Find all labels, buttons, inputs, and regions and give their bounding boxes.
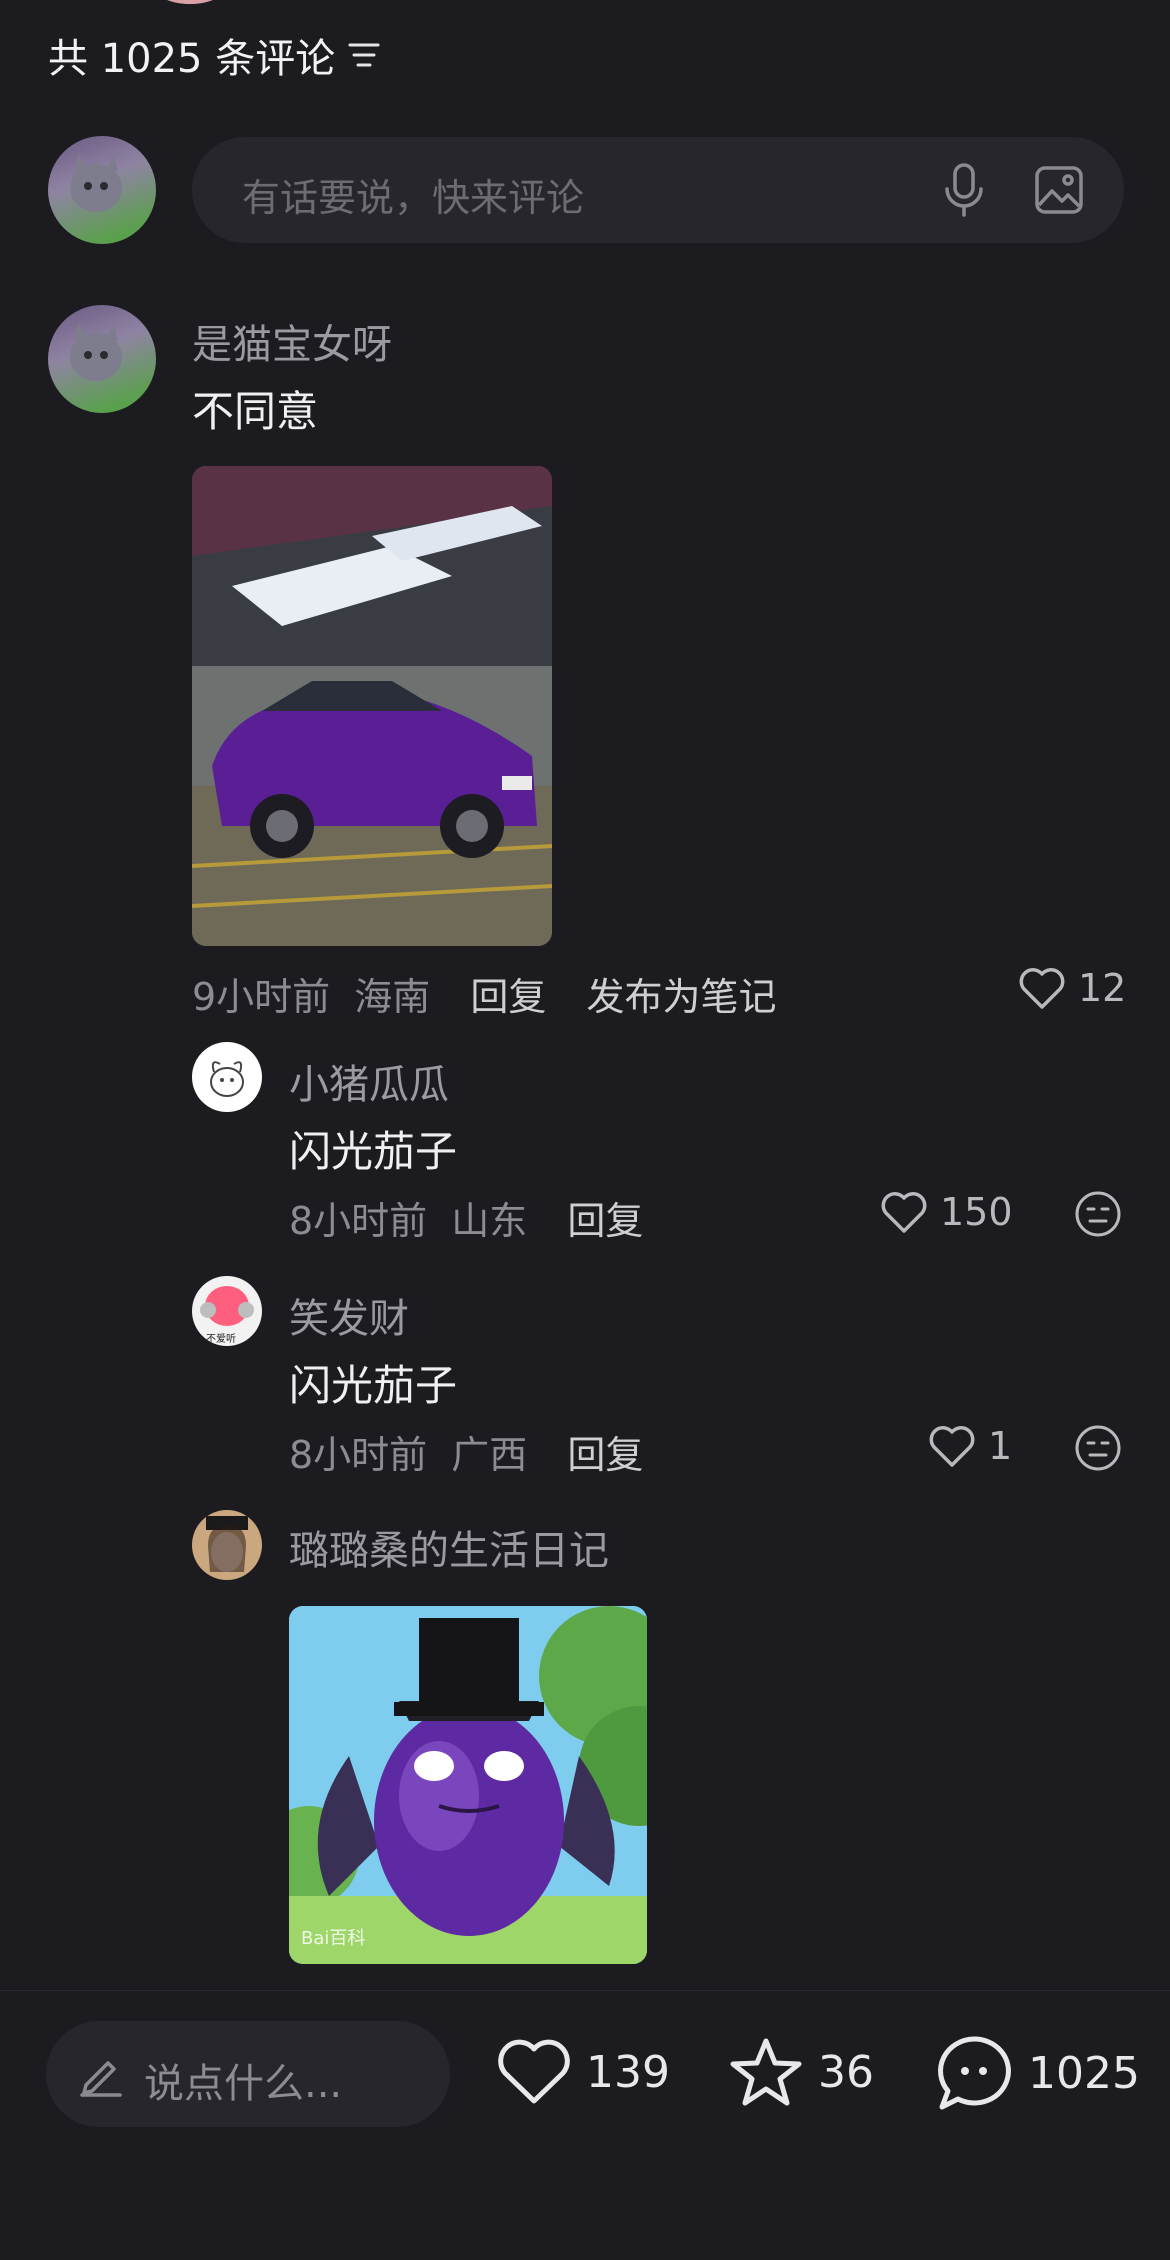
heart-icon (928, 1424, 976, 1468)
comment-count-header[interactable]: 共 1025 条评论 (48, 26, 381, 84)
my-avatar[interactable] (48, 136, 156, 244)
comments-button[interactable]: 1025 (934, 2033, 1140, 2113)
comment-text: 不同意 (192, 387, 319, 436)
avatar-caption: 不爱听 (206, 1334, 236, 1345)
comment-image-purple-car[interactable] (192, 466, 552, 946)
like-post-button[interactable]: 139 (496, 2037, 670, 2107)
comment-like-button[interactable]: 12 (1018, 966, 1126, 1010)
reply-username[interactable]: 笑发财 (289, 1286, 409, 1344)
reply-meta: 8小时前 山东 回复 (289, 1190, 643, 1245)
comment-username[interactable]: 是猫宝女呀 (192, 312, 392, 370)
heart-icon (496, 2037, 572, 2107)
reply-avatar[interactable] (192, 1042, 262, 1112)
reply-text: 闪光茄子 (289, 1361, 458, 1410)
heart-icon (1018, 966, 1066, 1010)
like-count: 12 (1078, 966, 1127, 1010)
comment-count-label: 共 1025 条评论 (48, 36, 336, 82)
reply-image-eggplant[interactable]: Bai百科 (289, 1606, 647, 1964)
like-count: 139 (586, 2046, 670, 2098)
comment-meta: 9小时前 海南 回复 发布为笔记 (192, 966, 777, 1021)
image-watermark: Bai百科 (301, 1928, 366, 1949)
neutral-face-icon[interactable] (1074, 1190, 1122, 1238)
publish-as-note-button[interactable]: 发布为笔记 (587, 975, 777, 1019)
say-something-input[interactable]: 说点什么... (46, 2021, 450, 2127)
like-count: 150 (940, 1190, 1013, 1234)
star-icon (728, 2035, 804, 2109)
reply-avatar[interactable]: 不爱听 (192, 1276, 262, 1346)
reply-avatar[interactable] (192, 1510, 262, 1580)
top-avatar-sliver (150, 0, 230, 4)
comment-time: 9小时前 (192, 975, 331, 1019)
favorite-count: 36 (818, 2046, 874, 2098)
image-icon[interactable] (1034, 165, 1084, 215)
microphone-icon[interactable] (940, 161, 988, 219)
comment-input[interactable]: 有话要说，快来评论 (192, 137, 1124, 243)
reply-location: 广西 (451, 1433, 528, 1477)
comment-bubble-icon (934, 2033, 1014, 2113)
filter-icon[interactable] (347, 40, 381, 70)
reply-button[interactable]: 回复 (567, 1199, 643, 1243)
reply-button[interactable]: 回复 (470, 975, 546, 1019)
reply-time: 8小时前 (289, 1199, 428, 1243)
reply-text: 闪光茄子 (289, 1127, 458, 1176)
reply-like-button[interactable]: 1 (928, 1424, 1012, 1468)
reply-like-button[interactable]: 150 (880, 1190, 1013, 1234)
neutral-face-icon[interactable] (1074, 1424, 1122, 1472)
favorite-button[interactable]: 36 (728, 2035, 874, 2109)
say-something-placeholder: 说点什么... (144, 2061, 343, 2107)
comment-total-count: 1025 (1028, 2047, 1140, 2099)
heart-icon (880, 1190, 928, 1234)
reply-username[interactable]: 璐璐桑的生活日记 (289, 1518, 609, 1576)
comment-avatar[interactable] (48, 305, 156, 413)
reply-meta: 8小时前 广西 回复 (289, 1424, 643, 1479)
pencil-icon (78, 2051, 124, 2097)
comment-input-placeholder: 有话要说，快来评论 (242, 176, 585, 220)
reply-button[interactable]: 回复 (567, 1433, 643, 1477)
bottom-bar: 说点什么... 139 36 1025 (0, 1990, 1170, 2260)
reply-username[interactable]: 小猪瓜瓜 (289, 1052, 449, 1110)
reply-location: 山东 (451, 1199, 528, 1243)
like-count: 1 (988, 1424, 1013, 1468)
comment-location: 海南 (354, 975, 431, 1019)
reply-time: 8小时前 (289, 1433, 428, 1477)
